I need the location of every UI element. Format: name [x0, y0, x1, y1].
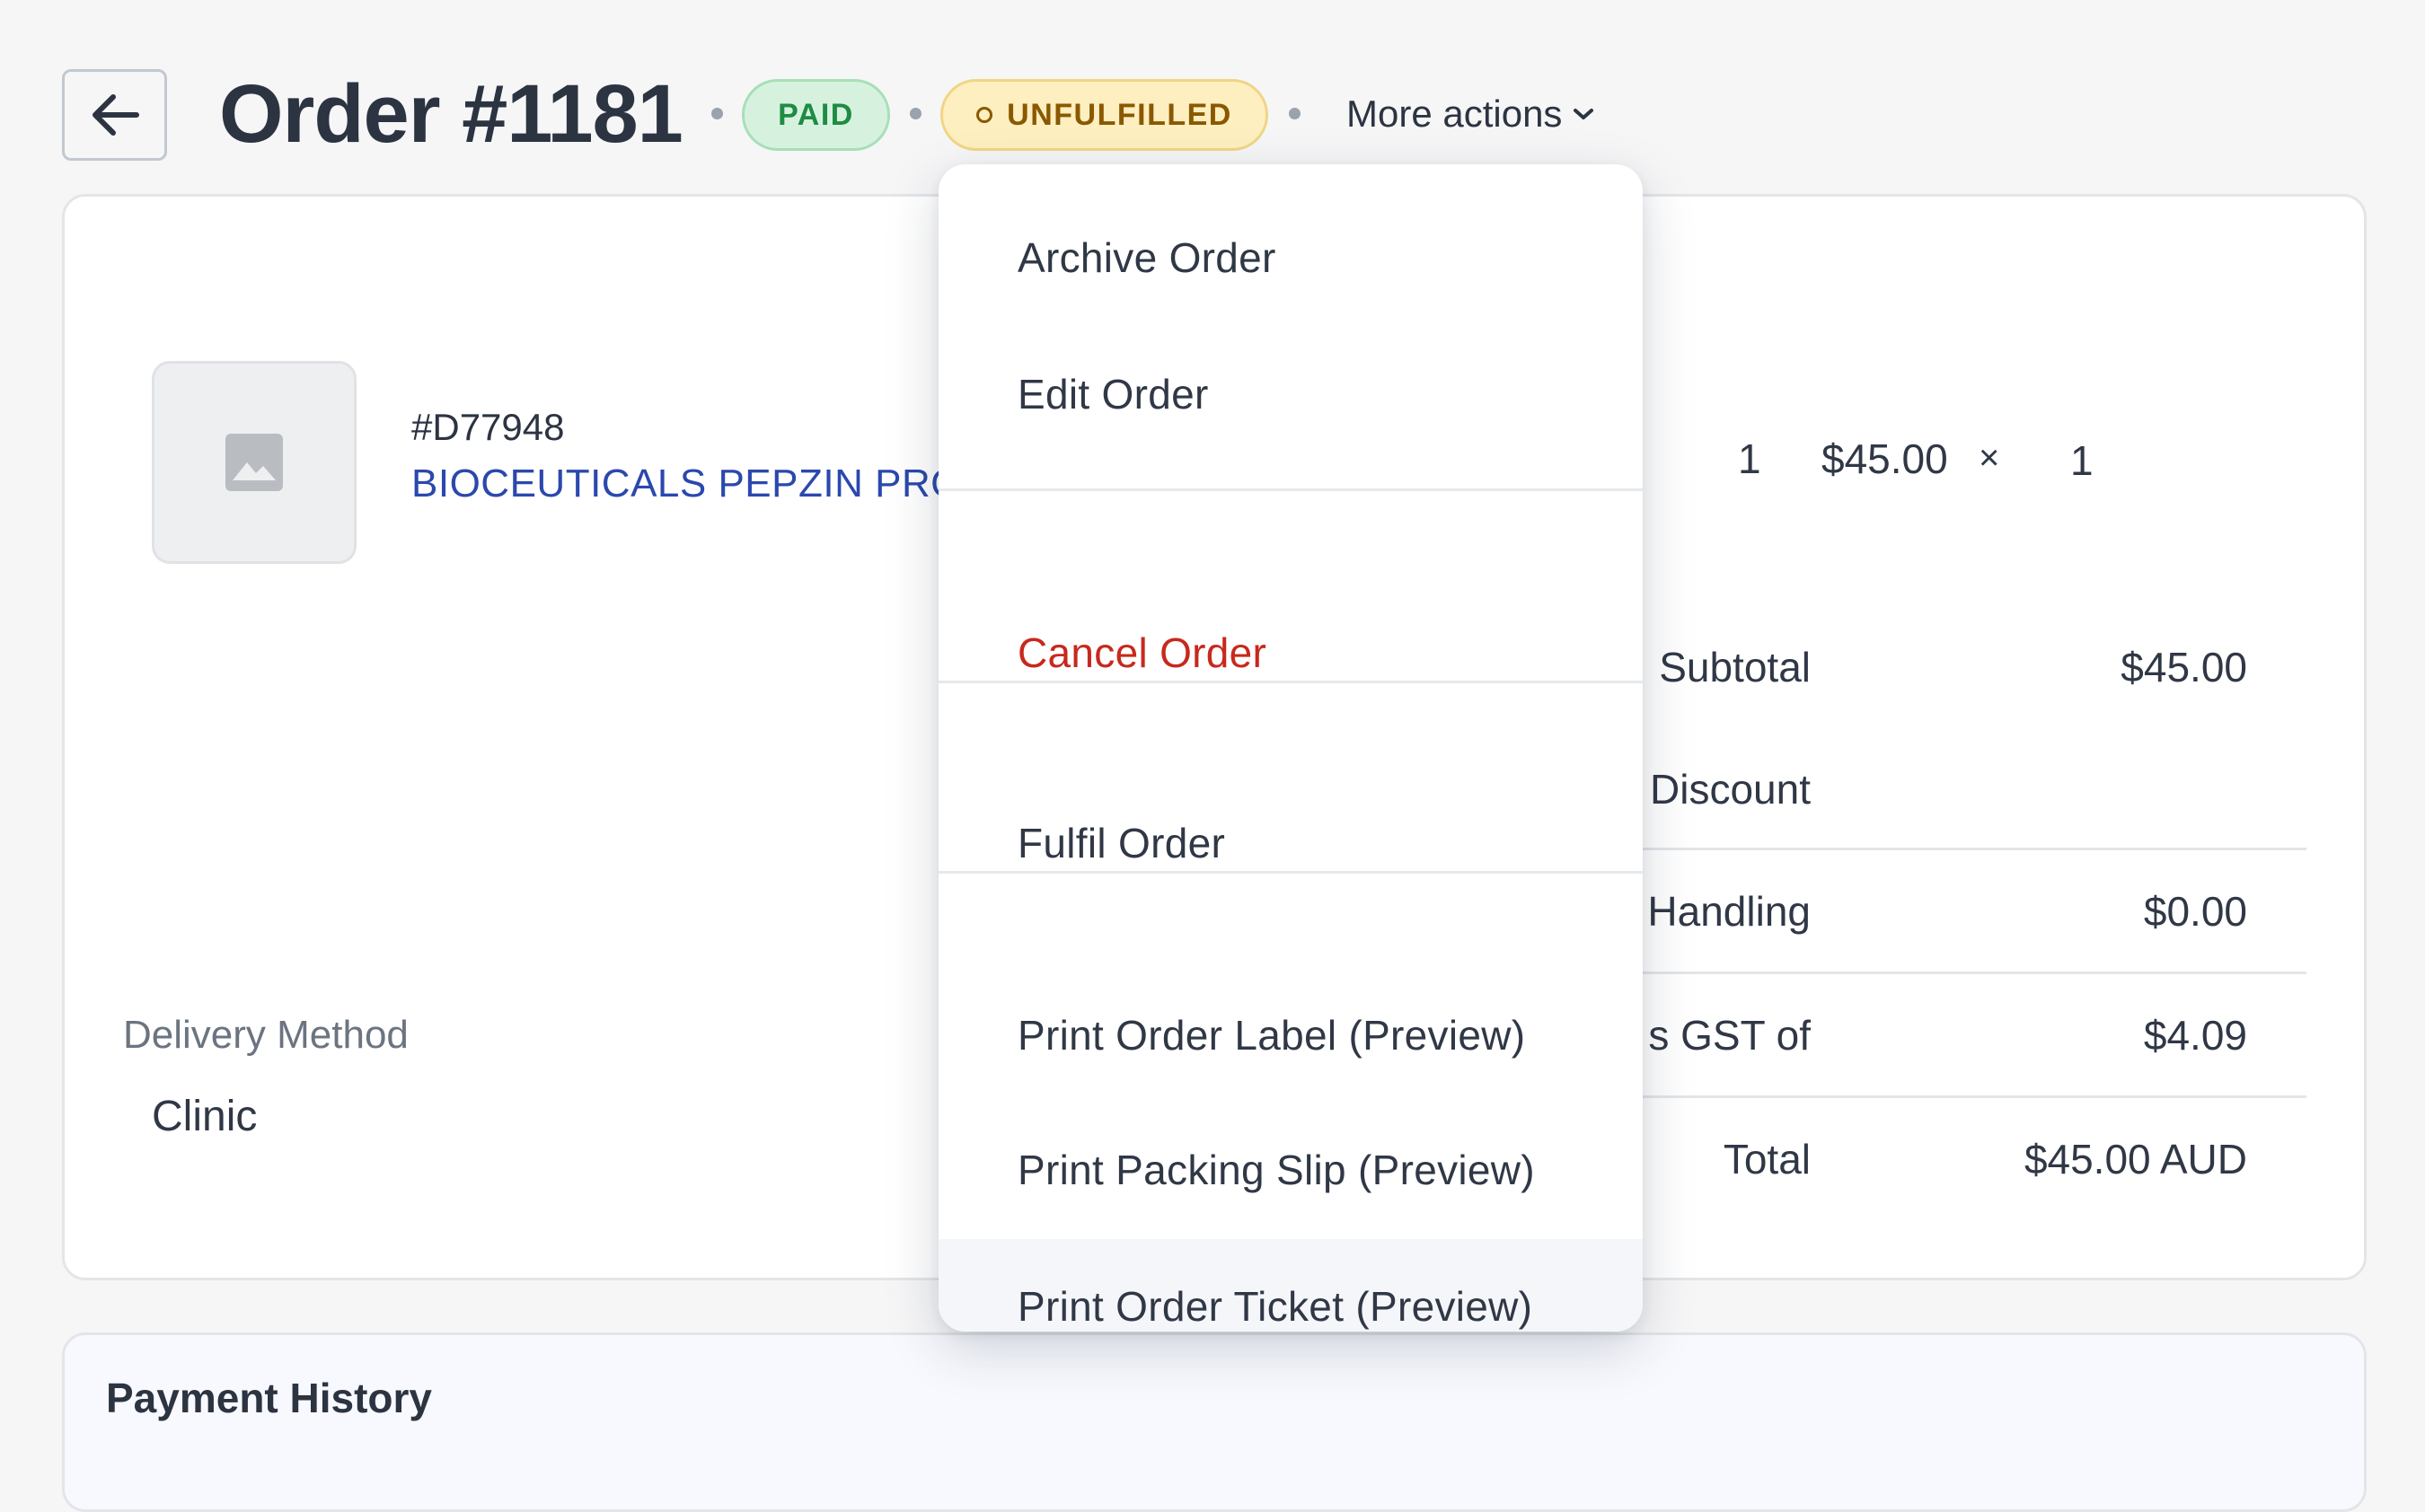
item-unit-price: $45.00	[1821, 435, 1948, 483]
menu-item-fulfil-order[interactable]: Fulfil Order	[939, 776, 1643, 910]
more-actions-label: More actions	[1346, 92, 1562, 136]
summary-divider	[1640, 848, 2306, 850]
summary-divider	[1640, 1095, 2306, 1098]
product-name-link[interactable]: BIOCEUTICALS PEPZIN PRO	[411, 462, 962, 506]
back-button[interactable]	[62, 69, 167, 161]
delivery-method-value: Clinic	[152, 1092, 257, 1141]
fulfillment-status-badge: UNFULFILLED	[940, 79, 1268, 151]
separator-dot	[1289, 108, 1301, 119]
menu-divider	[939, 681, 1643, 683]
menu-item-edit-order[interactable]: Edit Order	[939, 327, 1643, 462]
paid-status-badge: PAID	[742, 79, 890, 151]
fulfillment-status-label: UNFULFILLED	[1007, 98, 1232, 133]
delivery-method-label: Delivery Method	[123, 1013, 409, 1058]
image-placeholder-icon	[222, 430, 287, 495]
gst-label: s GST of	[1648, 1011, 1811, 1059]
separator-dot	[711, 108, 723, 119]
product-thumbnail	[152, 361, 357, 564]
menu-divider	[939, 871, 1643, 874]
handling-value: $0.00	[2144, 887, 2247, 936]
summary-divider	[1640, 971, 2306, 974]
multiply-symbol: ×	[1979, 438, 1999, 479]
menu-item-cancel-order[interactable]: Cancel Order	[939, 585, 1643, 720]
subtotal-value: $45.00	[2121, 643, 2247, 691]
page-title: Order #1181	[219, 65, 683, 163]
total-label: Total	[1724, 1135, 1811, 1183]
menu-item-print-packing-slip[interactable]: Print Packing Slip (Preview)	[939, 1103, 1643, 1237]
separator-dot	[910, 108, 922, 119]
payment-history-title: Payment History	[106, 1374, 432, 1422]
more-actions-menu: Archive Order Edit Order Cancel Order Fu…	[939, 164, 1643, 1332]
payment-history-card	[62, 1332, 2367, 1512]
menu-divider	[939, 488, 1643, 491]
menu-item-print-order-label[interactable]: Print Order Label (Preview)	[939, 968, 1643, 1103]
more-actions-button[interactable]: More actions	[1346, 84, 1594, 144]
menu-item-archive-order[interactable]: Archive Order	[939, 190, 1643, 325]
item-quantity: 1	[1738, 435, 1761, 483]
total-value: $45.00 AUD	[2024, 1135, 2247, 1183]
subtotal-label: Subtotal	[1659, 643, 1811, 691]
handling-label: Handling	[1647, 887, 1811, 936]
gst-value: $4.09	[2144, 1011, 2247, 1059]
arrow-left-icon	[88, 90, 142, 140]
item-line-quantity: 1	[2070, 436, 2094, 485]
chevron-down-icon	[1573, 107, 1594, 121]
product-sku: #D77948	[411, 406, 564, 449]
menu-item-print-order-ticket[interactable]: Print Order Ticket (Preview)	[939, 1239, 1643, 1332]
discount-label: Discount	[1650, 765, 1811, 813]
circle-outline-icon	[976, 107, 992, 123]
